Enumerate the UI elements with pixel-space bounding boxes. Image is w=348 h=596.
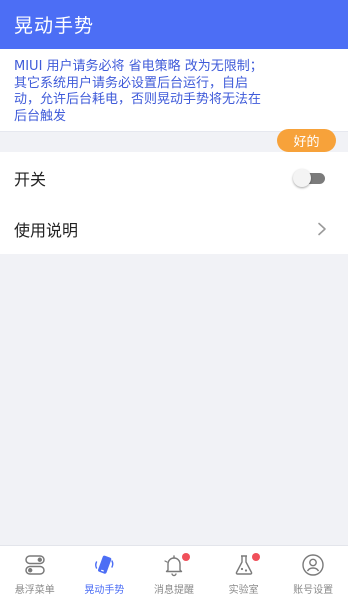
settings-list: 开关 使用说明 [0, 152, 348, 254]
nav-label: 账号设置 [293, 585, 334, 596]
help-row[interactable]: 使用说明 [0, 203, 348, 254]
nav-item-notifications[interactable]: 消息提醒 [139, 546, 209, 596]
switch-row[interactable]: 开关 [0, 152, 348, 203]
nav-item-shake-gesture[interactable]: 晃动手势 [70, 546, 140, 596]
bottom-nav: 悬浮菜单 晃动手势 消息提醒 实验室 账号设置 [0, 545, 348, 596]
nav-label: 消息提醒 [153, 585, 194, 596]
flask-icon-wrap [232, 553, 260, 577]
badge-dot [181, 553, 190, 561]
toggle-knob [293, 169, 311, 187]
nav-label: 晃动手势 [84, 585, 125, 596]
ok-button[interactable]: 好的 [277, 129, 336, 152]
nav-item-lab[interactable]: 实验室 [209, 546, 279, 596]
toggle-menu-icon [25, 555, 45, 575]
shake-phone-icon [95, 555, 114, 574]
badge-dot [251, 553, 260, 561]
bell-icon-wrap [162, 553, 190, 577]
enable-toggle[interactable] [293, 169, 327, 187]
nav-label: 实验室 [228, 585, 259, 596]
nav-item-float-menu[interactable]: 悬浮菜单 [0, 546, 70, 596]
help-label: 使用说明 [14, 220, 79, 240]
nav-label: 悬浮菜单 [14, 585, 55, 596]
page-title: 晃动手势 [14, 15, 95, 37]
user-icon [302, 554, 324, 576]
app-bar: 晃动手势 [0, 0, 348, 49]
notice-banner: MIUI 用户请务必将 省电策略 改为无限制；其它系统用户请务必设置后台运行，自… [0, 49, 348, 152]
chevron-right-icon [318, 222, 326, 236]
switch-label: 开关 [14, 169, 47, 189]
notice-text: MIUI 用户请务必将 省电策略 改为无限制；其它系统用户请务必设置后台运行，自… [14, 59, 263, 124]
nav-item-account[interactable]: 账号设置 [278, 546, 348, 596]
